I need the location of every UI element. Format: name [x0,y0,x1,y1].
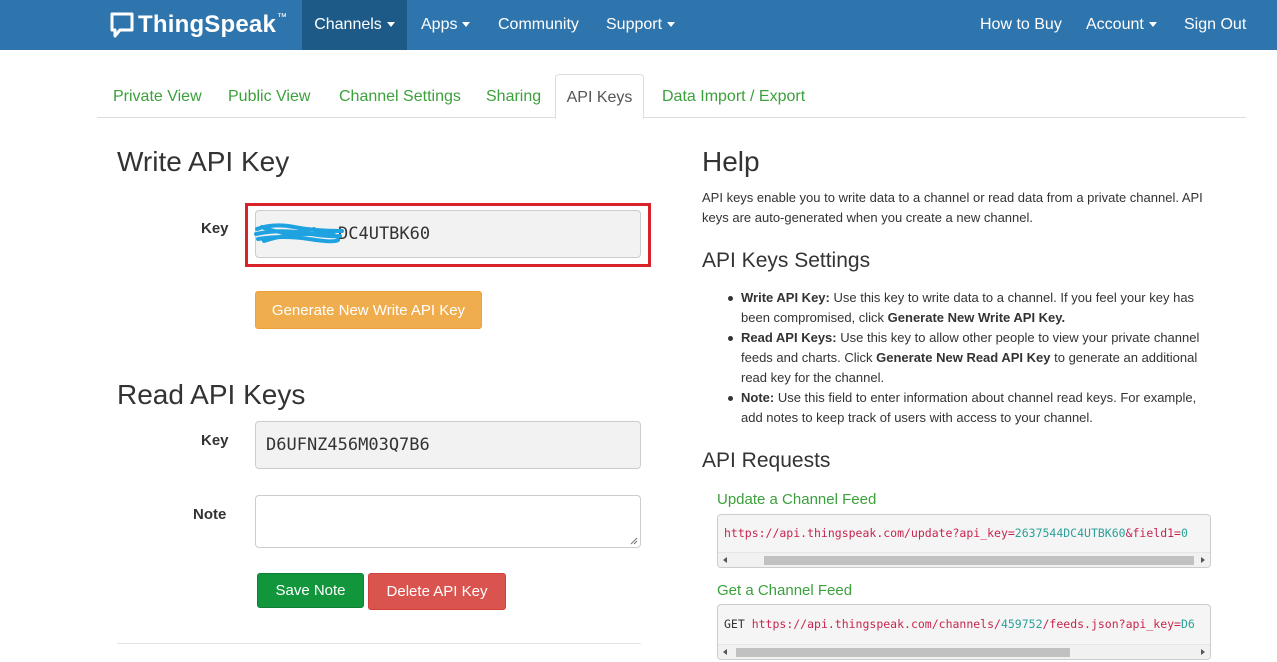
help-heading: Help [702,146,760,177]
brand-name: ThingSpeak [138,11,277,38]
bullet-emphasis: Generate New Write API Key. [887,310,1066,325]
nav-account[interactable]: Account [1086,0,1157,50]
read-keys-heading: Read API Keys [117,379,306,410]
horizontal-scrollbar[interactable] [718,552,1210,567]
bullet-text: been compromised, click [741,310,888,325]
nav-community[interactable]: Community [498,0,579,50]
read-key-value: D6UFNZ456M03Q7B6 [266,435,430,455]
channel-tabs: Private View Public View Channel Setting… [97,74,1246,119]
list-item: Read API Keys: Use this key to allow oth… [728,328,1221,388]
url-key: D6 [1180,617,1195,631]
bullet-title: Write API Key: [741,290,830,305]
scroll-left-icon[interactable] [723,649,727,655]
generate-write-key-button[interactable]: Generate New Write API Key [255,291,482,329]
help-intro: API keys enable you to write data to a c… [702,188,1232,228]
nav-channels-label: Channels [314,16,382,33]
caret-down-icon [667,22,676,28]
read-key-field[interactable]: D6UFNZ456M03Q7B6 [255,421,641,469]
url-rest: &field1= [1125,526,1181,540]
scroll-thumb[interactable] [736,648,1070,657]
nav-sign-out-label: Sign Out [1184,16,1247,33]
speech-bubble-icon [110,12,134,38]
settings-heading: API Keys Settings [702,249,871,272]
resize-grip-icon[interactable] [630,537,638,545]
url-key: 2637544DC4UTBK60 [1014,526,1126,540]
caret-down-icon [1148,22,1157,28]
list-item: Note: Use this field to enter informatio… [728,388,1221,428]
tab-sharing[interactable]: Sharing [486,74,541,117]
update-feed-code[interactable]: https://api.thingspeak.com/update?api_ke… [717,514,1211,568]
tab-channel-settings[interactable]: Channel Settings [339,74,461,117]
divider [117,643,641,644]
caret-down-icon [462,22,471,28]
update-feed-title: Update a Channel Feed [717,491,877,508]
bullet-text: to generate an additional [1050,350,1198,365]
nav-support[interactable]: Support [606,0,676,50]
requests-heading: API Requests [702,449,831,472]
horizontal-scrollbar[interactable] [718,644,1210,659]
update-feed-url: https://api.thingspeak.com/update?api_ke… [724,526,1188,540]
delete-api-key-button[interactable]: Delete API Key [368,573,506,610]
nav-account-label: Account [1086,16,1144,33]
top-navbar: ThingSpeak ™ Channels Apps Community Sup… [0,0,1277,50]
brand-logo[interactable]: ThingSpeak ™ [110,10,287,40]
bullet-text: Use this field to enter information abou… [774,390,1197,405]
nav-sign-out[interactable]: Sign Out [1184,0,1246,50]
nav-how-to-buy-label: How to Buy [980,16,1062,33]
bullet-emphasis: Generate New Read API Key [876,350,1051,365]
help-intro-line1: API keys enable you to write data to a c… [702,190,1203,205]
note-label: Note [193,506,227,523]
tab-public-view[interactable]: Public View [228,74,310,117]
save-note-button[interactable]: Save Note [257,573,364,608]
bullet-title: Read API Keys: [741,330,837,345]
bullet-text: feeds and charts. Click [741,350,877,365]
scroll-right-icon[interactable] [1201,649,1205,655]
get-feed-url: GET https://api.thingspeak.com/channels/… [724,617,1195,631]
nav-how-to-buy[interactable]: How to Buy [980,0,1062,50]
get-feed-code[interactable]: GET https://api.thingspeak.com/channels/… [717,604,1211,660]
bullet-text: Use this key to allow other people to vi… [836,330,1200,345]
nav-apps[interactable]: Apps [421,0,471,50]
url-method: GET [724,617,752,631]
write-key-heading: Write API Key [117,146,290,177]
tab-api-keys[interactable]: API Keys [555,74,644,119]
scroll-thumb[interactable] [764,556,1194,565]
tab-data-import-export[interactable]: Data Import / Export [662,74,805,117]
url-rest: /feeds.json?api_key= [1042,617,1181,631]
highlight-frame [245,203,651,267]
read-key-label: Key [201,432,229,449]
nav-channels[interactable]: Channels [302,0,407,50]
help-intro-line2: keys are auto-generated when you create … [702,210,1033,225]
settings-list: Write API Key: Use this key to write dat… [728,288,1221,428]
nav-community-label: Community [498,16,579,33]
nav-apps-label: Apps [421,16,458,33]
tab-private-view[interactable]: Private View [113,74,202,117]
url-base: https://api.thingspeak.com/update?api_ke… [724,526,1015,540]
url-base: https://api.thingspeak.com/channels/ [751,617,1001,631]
bullet-text: add notes to keep track of users with ac… [741,410,1093,425]
caret-down-icon [386,22,395,28]
bullet-title: Note: [741,390,775,405]
write-key-label: Key [201,220,229,237]
brand-trademark: ™ [277,11,288,23]
bullet-text: read key for the channel. [741,370,885,385]
list-item: Write API Key: Use this key to write dat… [728,288,1221,328]
scroll-left-icon[interactable] [723,557,727,563]
bullet-text: Use this key to write data to a channel.… [829,290,1195,305]
scroll-right-icon[interactable] [1201,557,1205,563]
nav-support-label: Support [606,16,663,33]
url-value: 0 [1180,526,1188,540]
note-textarea[interactable] [255,495,641,548]
get-feed-title: Get a Channel Feed [717,582,853,599]
url-channel: 459752 [1000,617,1043,631]
